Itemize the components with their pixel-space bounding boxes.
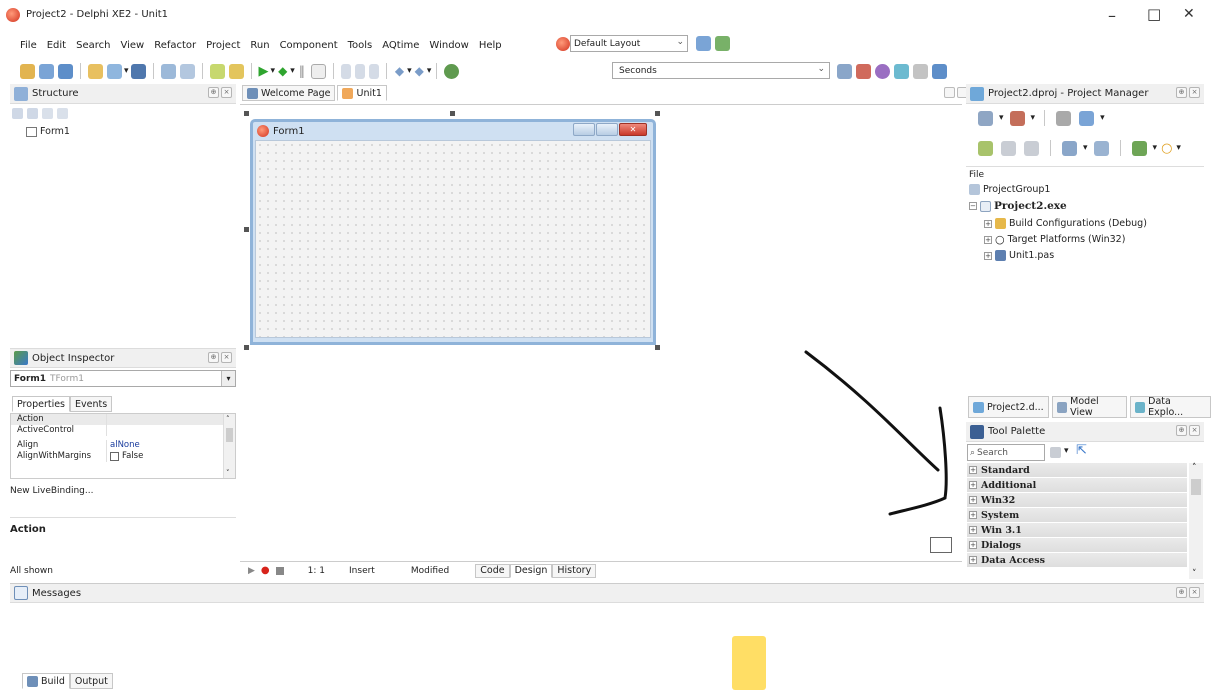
highlighter-mark (732, 636, 766, 690)
annotation-arrow-curve (804, 350, 940, 472)
annotation-overlay (732, 350, 948, 690)
annotation-arrow-head (888, 406, 948, 516)
